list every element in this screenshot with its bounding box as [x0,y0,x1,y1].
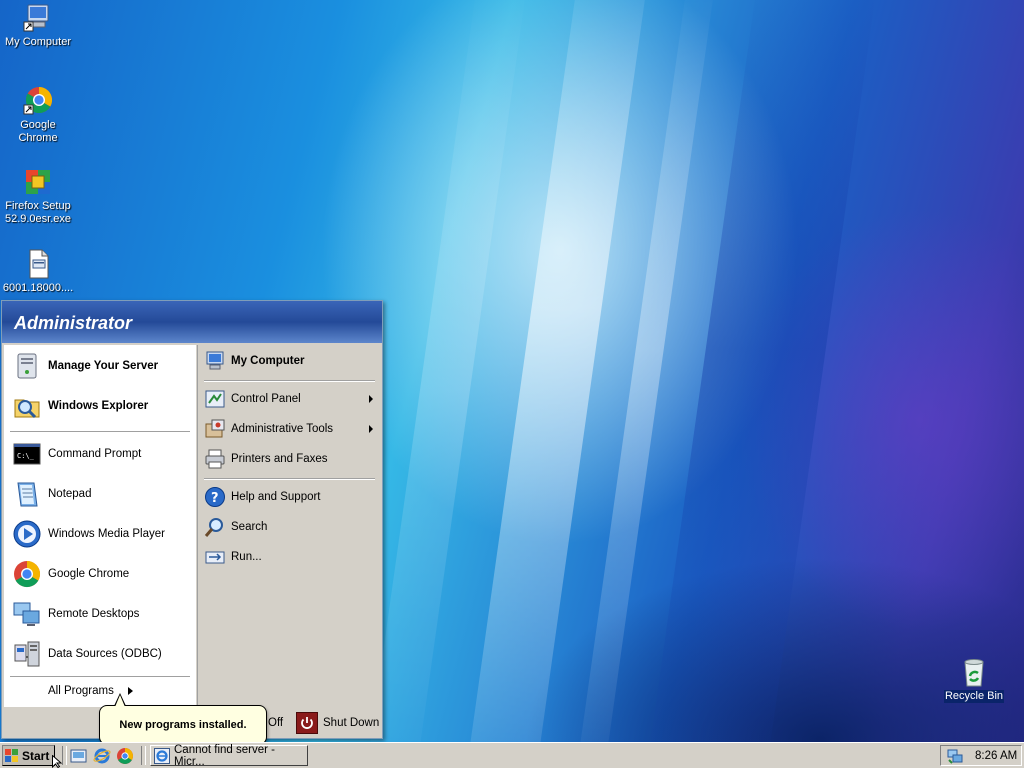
search-icon [204,516,226,538]
svg-text:C:\_: C:\_ [17,452,35,460]
menu-item-label: Search [231,521,268,533]
menu-item-label: Printers and Faxes [231,453,328,465]
windows-logo-icon [5,748,19,763]
menu-item-command-prompt[interactable]: C:\_ Command Prompt [12,437,141,471]
shut-down-label: Shut Down [323,717,380,729]
menu-separator [204,478,375,480]
menu-item-label: Administrative Tools [231,423,334,435]
log-off-button[interactable]: Off [268,717,283,729]
clock[interactable]: 8:26 AM [975,750,1017,762]
taskbar-button-label: Cannot find server - Micr... [174,743,275,768]
menu-item-help-and-support[interactable]: ? Help and Support [204,485,377,509]
menu-item-label: Google Chrome [48,568,130,580]
remote-desktops-icon [12,599,42,629]
run-icon [204,546,226,568]
notepad-icon [12,479,42,509]
balloon-tail-fill [115,695,125,707]
desktop-icon-label: Google Chrome [18,119,58,144]
chrome-icon[interactable] [116,747,134,765]
desktop-icon-label: 6001.18000.... [2,282,74,294]
submenu-arrow-icon [369,395,373,403]
explorer-icon [12,391,42,421]
menu-item-search[interactable]: Search [204,515,377,539]
menu-item-google-chrome[interactable]: Google Chrome [12,557,129,591]
control-panel-icon [204,388,226,410]
mouse-cursor-icon [52,755,63,768]
taskbar: Start Cannot find server - Micr... 8:26 … [0,742,1024,768]
start-label: Start [22,748,50,763]
installer-icon [22,166,54,198]
submenu-arrow-icon [369,425,373,433]
odbc-icon [12,639,42,669]
start-menu: Administrator Manage Your Server Windows… [1,300,383,739]
file-icon [22,248,54,280]
show-desktop-icon[interactable] [70,747,88,765]
my-computer-icon [22,2,54,34]
menu-item-administrative-tools[interactable]: Administrative Tools [204,417,377,441]
internet-explorer-icon[interactable] [93,747,111,765]
user-name: Administrator [14,313,133,333]
start-menu-right-pane: My Computer Control Panel Administrative… [197,345,381,707]
menu-item-remote-desktops[interactable]: Remote Desktops [12,597,139,631]
menu-item-label: Help and Support [231,491,321,503]
system-tray: 8:26 AM [940,745,1022,766]
menu-item-label: Remote Desktops [48,608,140,620]
network-icon[interactable] [947,748,963,764]
menu-item-my-computer[interactable]: My Computer [204,349,377,373]
menu-item-run[interactable]: Run... [204,545,377,569]
new-programs-balloon[interactable]: New programs installed. [99,705,267,745]
balloon-text: New programs installed. [119,719,247,731]
desktop-icon-label: Firefox Setup 52.9.0esr.exe [4,200,72,225]
desktop-icon-recycle-bin[interactable]: Recycle Bin [936,656,1012,703]
admin-tools-icon [204,418,226,440]
media-player-icon [12,519,42,549]
svg-text:?: ? [211,491,219,506]
help-icon: ? [204,486,226,508]
desktop-icon-label: My Computer [4,36,72,48]
start-menu-left-pane: Manage Your Server Windows Explorer C:\_ [4,345,196,707]
cmd-icon: C:\_ [12,439,42,469]
server-icon [12,351,42,381]
taskbar-grip[interactable] [141,746,146,765]
menu-item-windows-media-player[interactable]: Windows Media Player [12,517,165,551]
menu-item-label: Control Panel [231,393,301,405]
desktop-icon-google-chrome[interactable]: Google Chrome [0,85,76,145]
taskbar-button-ie-window[interactable]: Cannot find server - Micr... [150,743,308,768]
menu-item-control-panel[interactable]: Control Panel [204,387,377,411]
menu-item-data-sources-odbc[interactable]: Data Sources (ODBC) [12,637,162,671]
power-icon [296,712,318,734]
start-button[interactable]: Start [2,745,55,766]
chrome-icon [12,559,42,589]
menu-separator [204,380,375,382]
desktop-icon-my-computer[interactable]: My Computer [0,2,76,49]
recycle-bin-icon [958,656,990,688]
arrow-right-icon [127,687,133,695]
menu-item-label: Windows Media Player [48,528,165,540]
internet-explorer-icon [154,747,170,764]
all-programs-label: All Programs [48,685,114,697]
start-menu-header: Administrator [2,301,382,343]
menu-item-label: Manage Your Server [48,360,159,372]
menu-item-printers-and-faxes[interactable]: Printers and Faxes [204,447,377,471]
menu-separator [10,676,190,678]
menu-item-label: Data Sources (ODBC) [48,648,162,660]
menu-item-label: Run... [231,551,262,563]
menu-separator [10,431,190,433]
menu-item-windows-explorer[interactable]: Windows Explorer [12,389,148,423]
shut-down-button[interactable]: Shut Down [296,712,379,734]
menu-item-label: Command Prompt [48,448,142,460]
menu-item-manage-your-server[interactable]: Manage Your Server [12,349,158,383]
desktop-icon-label: Recycle Bin [943,690,1005,703]
my-computer-icon [204,350,226,372]
menu-item-label: My Computer [231,355,305,367]
menu-item-label: Windows Explorer [48,400,149,412]
menu-item-label: Notepad [48,488,92,500]
chrome-icon [22,85,54,117]
menu-item-notepad[interactable]: Notepad [12,477,91,511]
desktop-icon-firefox-setup[interactable]: Firefox Setup 52.9.0esr.exe [0,166,76,226]
desktop-icon-file[interactable]: 6001.18000.... [0,248,76,295]
printer-icon [204,448,226,470]
